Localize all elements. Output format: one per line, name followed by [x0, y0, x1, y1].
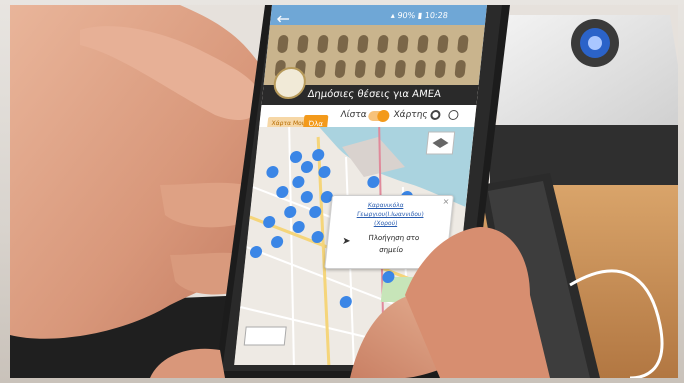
photo-scene: ▴ 90% ▮ 10:28 ← Δημόσιες θέσεις για ΑΜΕΑ…: [0, 0, 684, 383]
photo-frame: ▴ 90% ▮ 10:28 ← Δημόσιες θέσεις για ΑΜΕΑ…: [10, 5, 678, 378]
right-hand: [150, 227, 550, 378]
